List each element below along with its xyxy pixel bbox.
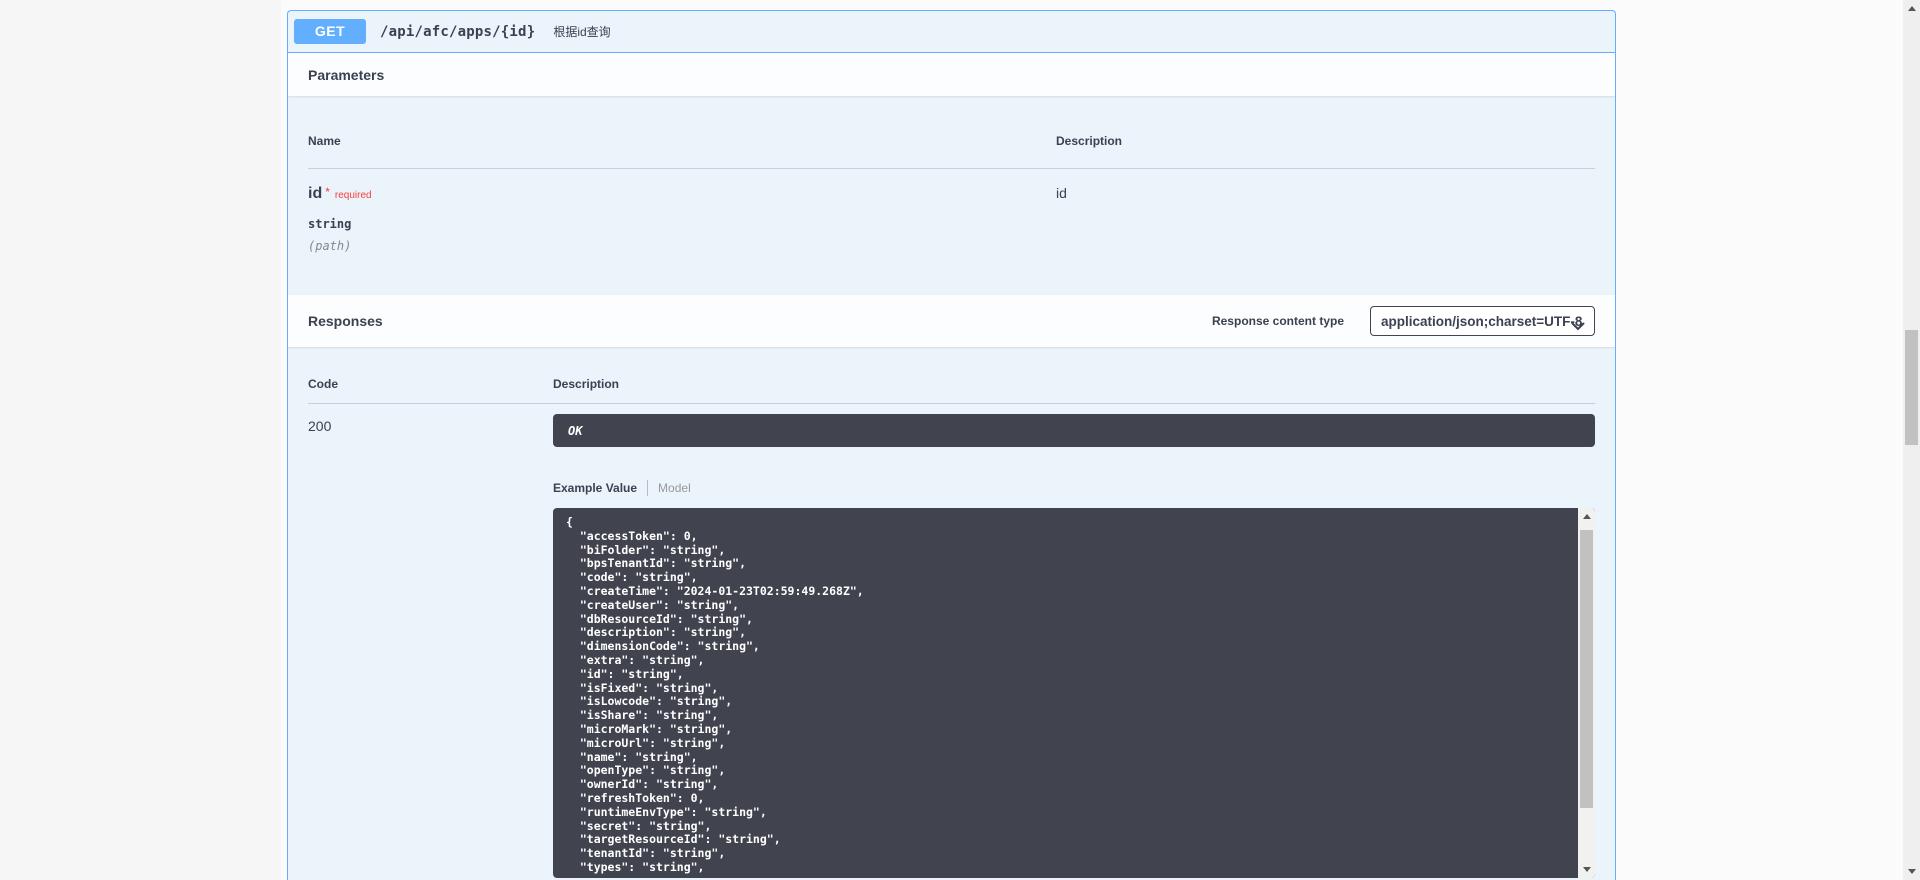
parameters-title: Parameters xyxy=(308,67,384,83)
page-scroll-down-button[interactable] xyxy=(1903,863,1920,880)
tab-divider xyxy=(647,480,648,496)
required-asterisk: * xyxy=(325,185,330,199)
responses-col-description: Description xyxy=(553,367,1595,404)
endpoint-description: 根据id查询 xyxy=(553,23,610,40)
page-scroll-up-button[interactable] xyxy=(1903,0,1920,17)
http-method-badge: GET xyxy=(294,19,366,44)
response-status-text: OK xyxy=(568,424,582,438)
parameters-section-header: Parameters xyxy=(288,53,1615,96)
operation-summary-row[interactable]: GET /api/afc/apps/{id} 根据id查询 xyxy=(288,11,1615,53)
example-json-block: { "accessToken": 0, "biFolder": "string"… xyxy=(553,508,1595,878)
model-example-tabs: Example Value Model xyxy=(553,480,1595,496)
parameter-row-name-cell: id* required string (path) xyxy=(308,169,1056,253)
code-scroll-up-button[interactable] xyxy=(1578,508,1595,525)
response-status-text-bar: OK xyxy=(553,414,1595,447)
response-status-code: 200 xyxy=(308,404,553,878)
parameters-table: Name Description id*required string (pat… xyxy=(288,96,1615,295)
responses-table: Code Description 200 OK Example Value Mo… xyxy=(288,347,1615,878)
response-content-type-select[interactable]: application/json;charset=UTF-8 xyxy=(1370,306,1595,336)
required-label: required xyxy=(335,190,372,201)
page-scrollbar-thumb[interactable] xyxy=(1905,330,1918,445)
parameter-type: string xyxy=(308,217,1056,231)
response-content-type-control: Response content type application/json;c… xyxy=(1212,306,1595,336)
response-content-type-value: application/json;charset=UTF-8 xyxy=(1381,314,1582,329)
responses-title: Responses xyxy=(308,313,383,329)
parameter-location: (path) xyxy=(308,239,1056,253)
triangle-down-icon xyxy=(1908,869,1916,874)
chevron-down-icon xyxy=(1571,318,1585,336)
parameter-name: id xyxy=(308,185,322,202)
operation-block-get: GET /api/afc/apps/{id} 根据id查询 Parameters… xyxy=(287,10,1616,880)
example-json-code: { "accessToken": 0, "biFolder": "string"… xyxy=(553,508,1595,878)
responses-col-code: Code xyxy=(308,367,553,404)
code-scroll-down-button[interactable] xyxy=(1578,861,1595,878)
triangle-up-icon xyxy=(1908,6,1916,11)
page-left-gutter xyxy=(0,0,281,880)
swagger-page: GET /api/afc/apps/{id} 根据id查询 Parameters… xyxy=(0,0,1920,880)
triangle-down-icon xyxy=(1583,867,1591,872)
parameters-col-name: Name xyxy=(308,116,1056,169)
response-content-type-label: Response content type xyxy=(1212,314,1344,328)
responses-section-header: Responses Response content type applicat… xyxy=(288,295,1615,347)
tab-model[interactable]: Model xyxy=(658,481,691,495)
triangle-up-icon xyxy=(1583,514,1591,519)
page-scrollbar[interactable] xyxy=(1903,0,1920,880)
parameters-col-description: Description xyxy=(1056,116,1595,169)
tab-example-value[interactable]: Example Value xyxy=(553,481,637,495)
code-scrollbar-thumb[interactable] xyxy=(1580,530,1593,808)
response-description-cell: OK Example Value Model { "accessToken": … xyxy=(553,404,1595,878)
parameter-description: id xyxy=(1056,169,1595,253)
endpoint-path[interactable]: /api/afc/apps/{id} xyxy=(380,24,535,40)
code-scrollbar[interactable] xyxy=(1578,508,1595,878)
